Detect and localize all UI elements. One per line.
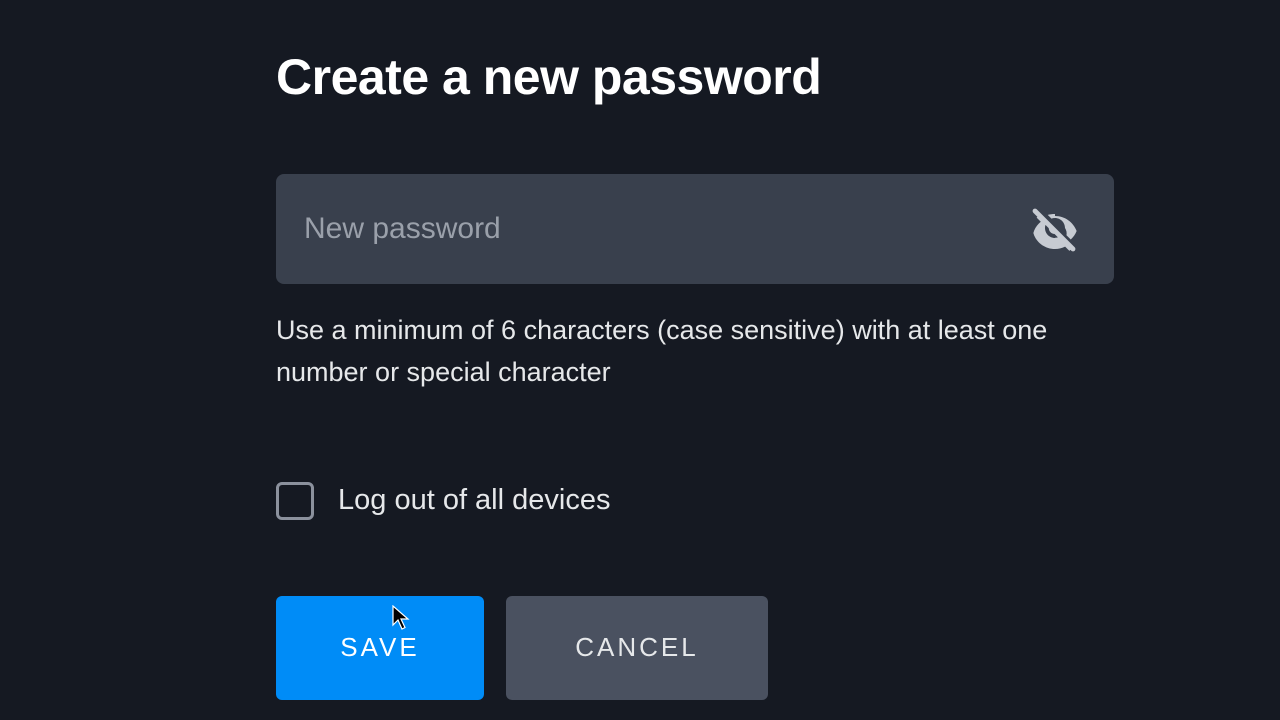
- logout-all-checkbox[interactable]: [276, 482, 314, 520]
- logout-all-label: Log out of all devices: [338, 484, 610, 517]
- password-hint: Use a minimum of 6 characters (case sens…: [276, 310, 1110, 394]
- logout-all-row: Log out of all devices: [276, 482, 1110, 520]
- password-form: Create a new password Use a minimum of 6…: [0, 0, 1280, 700]
- toggle-password-visibility-button[interactable]: [1030, 204, 1080, 254]
- cancel-button[interactable]: CANCEL: [506, 596, 768, 700]
- new-password-input[interactable]: [304, 212, 1030, 246]
- button-row: SAVE CANCEL: [276, 596, 1110, 700]
- save-button[interactable]: SAVE: [276, 596, 484, 700]
- page-title: Create a new password: [276, 48, 1110, 106]
- eye-off-icon: [1031, 204, 1079, 255]
- password-field-wrap: [276, 174, 1114, 284]
